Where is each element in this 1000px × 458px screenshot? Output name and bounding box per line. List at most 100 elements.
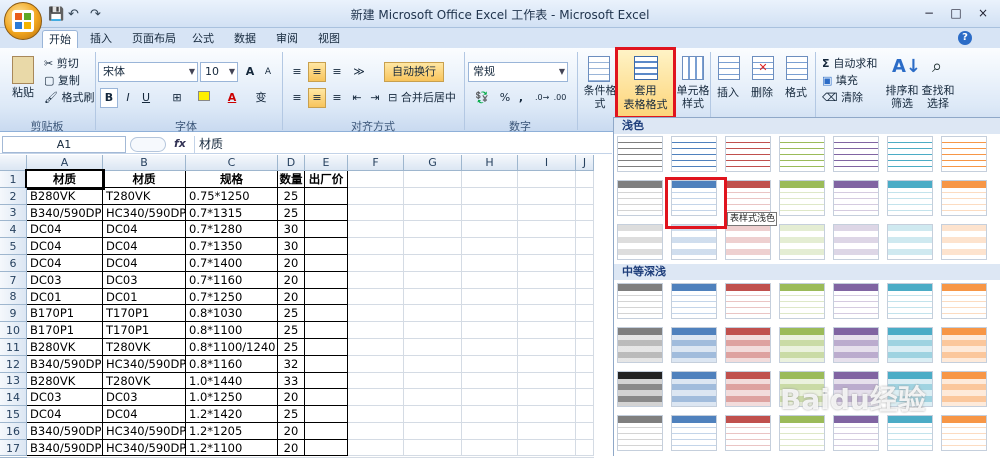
cell[interactable]: 1.2*1420 — [186, 406, 278, 423]
table-style-swatch[interactable] — [671, 415, 717, 451]
header-cell[interactable]: 材质 — [25, 169, 105, 190]
cell[interactable] — [348, 373, 404, 389]
cell[interactable]: DC03 — [103, 272, 186, 289]
cell[interactable] — [305, 423, 348, 440]
cell[interactable] — [404, 272, 462, 289]
bold-button[interactable]: B — [100, 88, 118, 108]
cell[interactable]: 0.8*1030 — [186, 305, 278, 322]
find-select-button[interactable]: 查找和 选择 — [920, 84, 956, 110]
cell[interactable] — [518, 289, 576, 305]
cell[interactable] — [462, 389, 518, 406]
row-header[interactable]: 17 — [0, 440, 27, 456]
cell[interactable]: B170P1 — [27, 322, 103, 339]
cell[interactable] — [462, 205, 518, 221]
align-bottom-icon[interactable]: ≡ — [328, 62, 346, 82]
cell[interactable]: 32 — [278, 356, 305, 373]
table-style-swatch[interactable] — [833, 415, 879, 451]
cell[interactable]: HC340/590DP — [103, 440, 186, 456]
percent-button[interactable]: % — [498, 88, 512, 108]
sort-filter-button[interactable]: 排序和 筛选 — [884, 84, 920, 110]
cell[interactable] — [348, 339, 404, 356]
cell[interactable] — [462, 373, 518, 389]
number-format-combo[interactable]: 常规 ▼ — [468, 62, 568, 82]
cell[interactable]: 25 — [278, 322, 305, 339]
cell[interactable]: 20 — [278, 423, 305, 440]
office-button[interactable] — [4, 2, 42, 40]
cell[interactable] — [462, 406, 518, 423]
cell[interactable]: DC04 — [27, 221, 103, 238]
table-style-swatch[interactable] — [941, 136, 987, 172]
formula-input[interactable]: 材质 — [194, 136, 610, 153]
decrease-indent-icon[interactable]: ⇤ — [348, 88, 366, 108]
cell[interactable] — [305, 305, 348, 322]
delete-cells-button[interactable]: 删除 — [746, 86, 778, 99]
format-cells-button[interactable]: 格式 — [780, 86, 812, 99]
row-header[interactable]: 10 — [0, 322, 27, 339]
cell[interactable] — [348, 289, 404, 305]
align-center-icon[interactable]: ≡ — [308, 88, 326, 108]
row-header[interactable]: 16 — [0, 423, 27, 440]
cell[interactable] — [518, 406, 576, 423]
format-painter-button[interactable]: 🖌 格式刷 — [44, 89, 94, 105]
font-color-icon[interactable]: A — [224, 88, 240, 108]
cell-style-icon[interactable] — [682, 56, 704, 80]
cell[interactable]: 20 — [278, 440, 305, 456]
cell[interactable] — [576, 339, 594, 356]
cell[interactable]: DC01 — [103, 289, 186, 305]
cell[interactable] — [462, 255, 518, 272]
cell[interactable] — [348, 305, 404, 322]
cell[interactable] — [404, 322, 462, 339]
border-icon[interactable]: ⊞ — [166, 88, 188, 108]
cell[interactable] — [462, 188, 518, 205]
table-style-swatch[interactable] — [725, 327, 771, 363]
tab-home[interactable]: 开始 — [42, 30, 78, 48]
cell[interactable] — [305, 188, 348, 205]
cell[interactable] — [305, 238, 348, 255]
cell[interactable] — [305, 205, 348, 221]
maximize-button[interactable]: □ — [945, 4, 967, 22]
cell[interactable]: B280VK — [27, 373, 103, 389]
column-header[interactable]: F — [348, 155, 404, 171]
cell[interactable] — [404, 238, 462, 255]
table-style-swatch[interactable] — [941, 180, 987, 216]
table-style-swatch[interactable] — [671, 136, 717, 172]
cell[interactable] — [348, 188, 404, 205]
cell[interactable]: HC340/590DP — [103, 423, 186, 440]
cell[interactable]: 25 — [278, 339, 305, 356]
table-style-swatch[interactable] — [779, 415, 825, 451]
cell[interactable] — [518, 339, 576, 356]
cell[interactable] — [348, 406, 404, 423]
conditional-format-icon[interactable] — [588, 56, 610, 82]
italic-button[interactable]: I — [120, 88, 136, 108]
tab-insert[interactable]: 插入 — [84, 30, 118, 48]
cell[interactable] — [518, 221, 576, 238]
minimize-button[interactable]: − — [918, 4, 940, 22]
cell[interactable]: T280VK — [103, 339, 186, 356]
cell[interactable]: 20 — [278, 272, 305, 289]
table-style-swatch[interactable] — [941, 415, 987, 451]
comma-button[interactable]: , — [514, 88, 528, 108]
column-header[interactable]: I — [518, 155, 576, 171]
table-style-swatch[interactable] — [833, 180, 879, 216]
cell[interactable]: T170P1 — [103, 305, 186, 322]
table-style-swatch[interactable] — [671, 327, 717, 363]
align-top-icon[interactable]: ≡ — [288, 62, 306, 82]
cell[interactable]: DC04 — [27, 255, 103, 272]
header-cell[interactable]: 材质 — [103, 171, 186, 188]
cell[interactable]: DC04 — [103, 221, 186, 238]
cell[interactable]: 0.75*1250 — [186, 188, 278, 205]
cell[interactable]: 20 — [278, 389, 305, 406]
cell[interactable]: 1.2*1100 — [186, 440, 278, 456]
cell[interactable] — [576, 289, 594, 305]
cell[interactable]: B170P1 — [27, 305, 103, 322]
cell[interactable]: 20 — [278, 255, 305, 272]
cell[interactable]: 0.8*1100 — [186, 322, 278, 339]
cell[interactable] — [576, 188, 594, 205]
table-style-swatch[interactable] — [779, 136, 825, 172]
cell[interactable] — [576, 171, 594, 188]
header-cell[interactable]: 出厂价 — [305, 171, 348, 188]
cell[interactable] — [462, 339, 518, 356]
table-style-swatch[interactable] — [887, 136, 933, 172]
shrink-font-button[interactable]: A — [260, 62, 276, 82]
cell[interactable]: B280VK — [27, 339, 103, 356]
